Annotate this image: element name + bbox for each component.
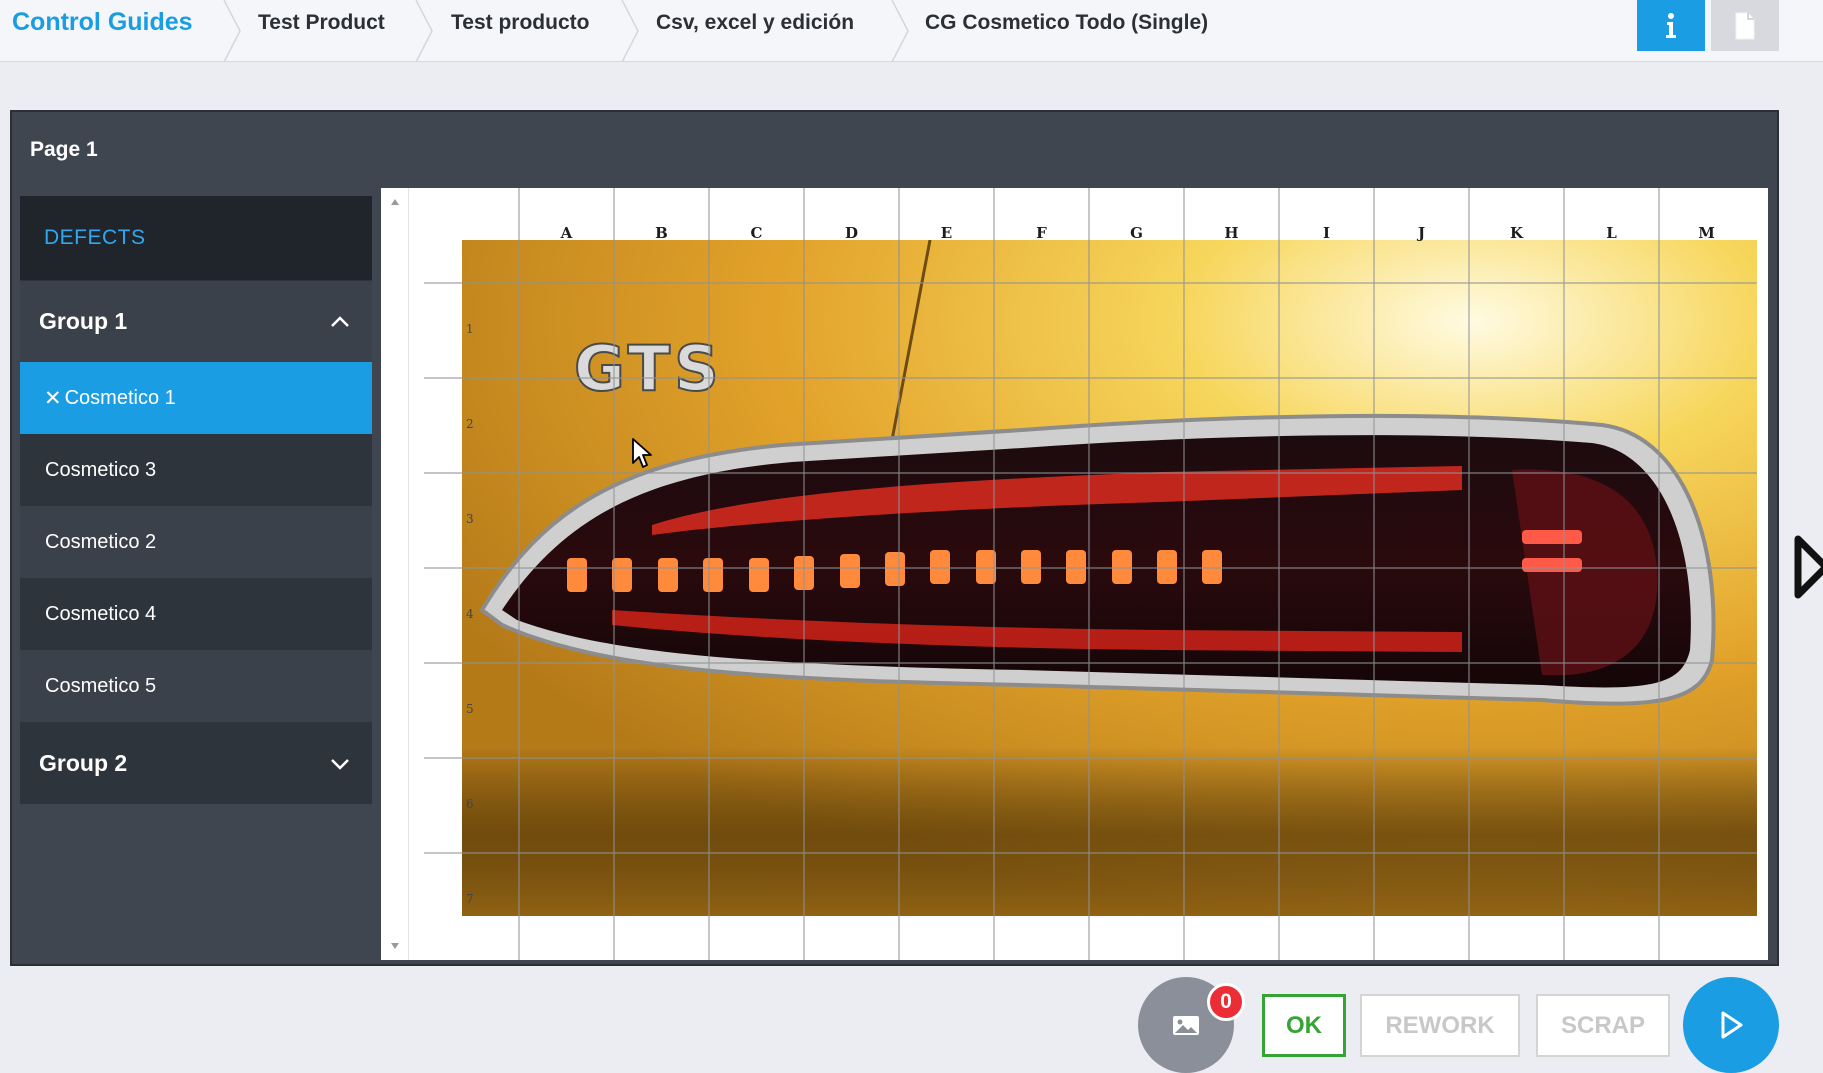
defect-grid[interactable]: GTS A B C D E F G H I J K L M 1 2 3 4 5 … [424, 188, 1757, 960]
grid-column-label: F [1036, 224, 1047, 242]
grid-column-label: M [1698, 224, 1715, 242]
breadcrumb-separator [223, 0, 241, 62]
chevron-down-icon [331, 758, 349, 770]
close-icon[interactable]: ✕ [44, 386, 62, 411]
breadcrumb-separator [621, 0, 639, 62]
group-label: Group 1 [39, 308, 128, 334]
image-icon [1173, 1016, 1199, 1035]
defect-item-label: Cosmetico 5 [45, 674, 157, 697]
ok-button[interactable]: OK [1262, 994, 1346, 1057]
breadcrumb-app-link[interactable]: Control Guides [12, 8, 193, 37]
inspection-canvas[interactable]: GTS A B C D E F G H I J K L M 1 2 3 4 5 … [381, 188, 1768, 960]
defect-item-label: Cosmetico 4 [45, 602, 157, 625]
scroll-up-arrow-icon[interactable] [381, 192, 409, 212]
play-icon [1721, 1011, 1743, 1039]
grid-column-label: A [560, 224, 573, 242]
defect-item-cosmetico-3[interactable]: Cosmetico 3 [20, 434, 372, 506]
defect-item-label: Cosmetico 3 [45, 458, 157, 481]
grid-column-label: L [1606, 224, 1617, 242]
grid-column-label: B [655, 224, 668, 242]
breadcrumb: Control Guides Test Product Test product… [0, 0, 1823, 62]
grid-column-label: G [1130, 224, 1143, 242]
next-button[interactable] [1683, 977, 1779, 1073]
grid-row-label: 1 [466, 322, 474, 336]
breadcrumb-item-current: CG Cosmetico Todo (Single) [925, 11, 1209, 34]
grid-column-label: E [940, 224, 953, 242]
vertical-scrollbar[interactable] [381, 188, 409, 960]
defects-header: DEFECTS [20, 196, 372, 280]
info-icon [1666, 12, 1676, 38]
info-button[interactable] [1637, 0, 1705, 51]
group-2-toggle[interactable]: Group 2 [20, 722, 372, 804]
group-label: Group 2 [39, 750, 128, 776]
scrap-button[interactable]: SCRAP [1536, 994, 1670, 1057]
defect-item-cosmetico-5[interactable]: Cosmetico 5 [20, 650, 372, 722]
grid-column-label: D [844, 224, 858, 242]
defects-sidebar: DEFECTS Group 1 ✕ Cosmetico 1 Cosmetico … [20, 196, 372, 960]
grid-row-label: 4 [466, 607, 474, 621]
breadcrumb-item[interactable]: Csv, excel y edición [656, 11, 854, 35]
defect-item-label: Cosmetico 2 [45, 530, 157, 553]
page-title: Page 1 [30, 138, 98, 161]
grid-row-label: 6 [466, 797, 474, 811]
defect-item-cosmetico-1[interactable]: ✕ Cosmetico 1 [20, 362, 372, 434]
grid-row-label: 5 [466, 702, 474, 716]
grid-column-label: I [1322, 224, 1331, 242]
mouse-cursor-icon [632, 438, 652, 468]
control-guide-panel: Page 1 DEFECTS Group 1 ✕ Cosmetico 1 Cos… [10, 110, 1779, 966]
breadcrumb-item[interactable]: Test producto [451, 11, 589, 35]
defect-item-label: Cosmetico 1 [64, 386, 176, 409]
gallery-count-badge: 0 [1207, 983, 1245, 1021]
grid-row-label: 3 [466, 512, 474, 526]
defect-item-cosmetico-2[interactable]: Cosmetico 2 [20, 506, 372, 578]
grid-row-label: 7 [466, 892, 474, 906]
breadcrumb-separator [415, 0, 433, 62]
chevron-up-icon [331, 315, 349, 327]
grid-row-label: 2 [466, 417, 474, 431]
defect-item-cosmetico-4[interactable]: Cosmetico 4 [20, 578, 372, 650]
grid-lines [424, 188, 1757, 960]
grid-column-label: C [750, 224, 763, 242]
document-icon [1735, 12, 1755, 39]
breadcrumb-item[interactable]: Test Product [258, 11, 385, 35]
next-page-arrow-icon[interactable] [1792, 535, 1823, 599]
grid-column-label: J [1417, 224, 1426, 242]
scroll-down-arrow-icon[interactable] [381, 936, 409, 956]
group-1-toggle[interactable]: Group 1 [20, 280, 372, 362]
grid-column-label: H [1224, 224, 1239, 242]
rework-button[interactable]: REWORK [1360, 994, 1520, 1057]
document-button[interactable] [1711, 0, 1779, 51]
grid-column-label: K [1509, 224, 1524, 242]
breadcrumb-separator [891, 0, 909, 62]
